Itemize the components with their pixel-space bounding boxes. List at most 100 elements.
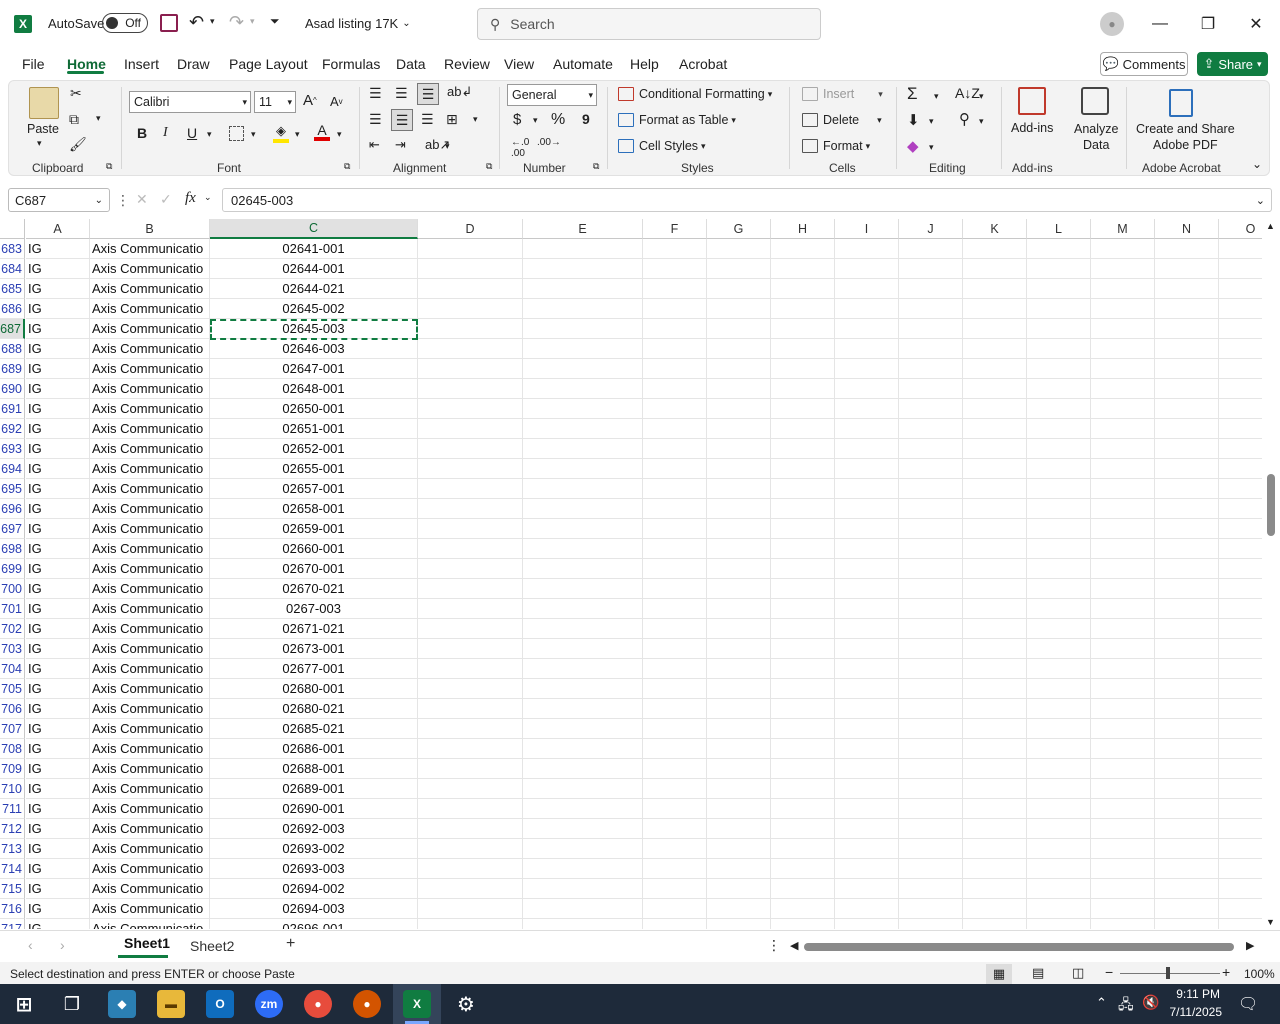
table-row[interactable]	[418, 779, 1262, 799]
cell-c685[interactable]: 02644-021	[210, 279, 418, 299]
windows-start-icon[interactable]: ⊞	[10, 990, 38, 1018]
cell-c689[interactable]: 02647-001	[210, 359, 418, 379]
cell-a697[interactable]: IG	[26, 519, 90, 539]
cell-b700[interactable]: Axis Communicatio	[90, 579, 210, 599]
cell-b696[interactable]: Axis Communicatio	[90, 499, 210, 519]
number-launcher-icon[interactable]: ⧉	[593, 161, 599, 172]
cell-b704[interactable]: Axis Communicatio	[90, 659, 210, 679]
cell-c684[interactable]: 02644-001	[210, 259, 418, 279]
cell-a688[interactable]: IG	[26, 339, 90, 359]
underline-button[interactable]: U	[187, 125, 197, 141]
collapse-ribbon-icon[interactable]: ⌄	[1252, 157, 1262, 171]
align-center-icon[interactable]: ☰	[391, 109, 413, 131]
table-row[interactable]	[418, 439, 1262, 459]
tab-draw[interactable]: Draw	[177, 56, 210, 72]
cell-a699[interactable]: IG	[26, 559, 90, 579]
cell-c703[interactable]: 02673-001	[210, 639, 418, 659]
zoom-app-icon[interactable]: zm	[255, 990, 283, 1018]
cell-c695[interactable]: 02657-001	[210, 479, 418, 499]
tab-view[interactable]: View	[504, 56, 534, 72]
select-all-corner[interactable]	[0, 219, 25, 239]
customize-toolbar-icon[interactable]: ⏷	[270, 14, 280, 29]
column-header-a[interactable]: A	[26, 219, 90, 239]
number-format-select[interactable]: General ▾	[507, 84, 597, 106]
table-row[interactable]	[418, 519, 1262, 539]
cell-b699[interactable]: Axis Communicatio	[90, 559, 210, 579]
sort-dropdown-icon[interactable]: ▾	[979, 91, 984, 102]
cell-b684[interactable]: Axis Communicatio	[90, 259, 210, 279]
table-row[interactable]	[418, 639, 1262, 659]
cell-c709[interactable]: 02688-001	[210, 759, 418, 779]
page-break-view-icon[interactable]: ◫	[1072, 965, 1084, 981]
column-header-k[interactable]: K	[963, 219, 1027, 239]
increase-decimal-icon[interactable]: ←.0.00	[511, 137, 529, 159]
volume-icon[interactable]: 🔇	[1142, 994, 1159, 1011]
cell-c708[interactable]: 02686-001	[210, 739, 418, 759]
table-row[interactable]	[418, 299, 1262, 319]
column-header-n[interactable]: N	[1155, 219, 1219, 239]
cell-c699[interactable]: 02670-001	[210, 559, 418, 579]
cell-a706[interactable]: IG	[26, 699, 90, 719]
analyze-data-button[interactable]: Analyze Data	[1074, 121, 1118, 153]
cell-b689[interactable]: Axis Communicatio	[90, 359, 210, 379]
decrease-font-icon[interactable]: Av	[330, 94, 343, 109]
tab-data[interactable]: Data	[396, 56, 426, 72]
task-view-icon[interactable]: ❐	[58, 990, 86, 1018]
normal-view-icon[interactable]: ▦	[986, 964, 1012, 984]
table-row[interactable]	[418, 499, 1262, 519]
row-header[interactable]: 700	[0, 579, 25, 599]
row-header[interactable]: 692	[0, 419, 25, 439]
delete-cells-button[interactable]: Delete ▾	[802, 113, 882, 127]
cell-a701[interactable]: IG	[26, 599, 90, 619]
table-row[interactable]	[418, 659, 1262, 679]
fill-icon[interactable]: ⬇	[907, 111, 920, 129]
percent-button[interactable]: %	[551, 111, 565, 129]
row-header[interactable]: 715	[0, 879, 25, 899]
cell-b687[interactable]: Axis Communicatio	[90, 319, 210, 339]
fill-dropdown-icon[interactable]: ▾	[929, 116, 934, 127]
cell-c713[interactable]: 02693-002	[210, 839, 418, 859]
tab-split-icon[interactable]: ⋮	[767, 937, 781, 954]
cell-b697[interactable]: Axis Communicatio	[90, 519, 210, 539]
cell-b714[interactable]: Axis Communicatio	[90, 859, 210, 879]
row-header[interactable]: 696	[0, 499, 25, 519]
row-header[interactable]: 703	[0, 639, 25, 659]
row-header[interactable]: 683	[0, 239, 25, 259]
sheet-tab-sheet2[interactable]: Sheet2	[190, 938, 234, 954]
font-launcher-icon[interactable]: ⧉	[344, 161, 350, 172]
zoom-slider[interactable]	[1120, 973, 1220, 974]
align-middle-icon[interactable]: ☰	[395, 85, 408, 102]
table-row[interactable]	[418, 859, 1262, 879]
cell-c692[interactable]: 02651-001	[210, 419, 418, 439]
insert-function-button[interactable]: fx	[185, 190, 196, 207]
row-header[interactable]: 717	[0, 919, 25, 929]
table-row[interactable]	[418, 679, 1262, 699]
table-row[interactable]	[418, 699, 1262, 719]
prev-sheet-icon[interactable]: ‹	[28, 937, 33, 953]
row-header[interactable]: 693	[0, 439, 25, 459]
cell-c705[interactable]: 02680-001	[210, 679, 418, 699]
cell-b716[interactable]: Axis Communicatio	[90, 899, 210, 919]
redo-dropdown-icon[interactable]: ▾	[250, 16, 255, 27]
column-header-g[interactable]: G	[707, 219, 771, 239]
cell-a686[interactable]: IG	[26, 299, 90, 319]
table-row[interactable]	[418, 539, 1262, 559]
tab-help[interactable]: Help	[630, 56, 659, 72]
cell-c698[interactable]: 02660-001	[210, 539, 418, 559]
tab-insert[interactable]: Insert	[124, 56, 159, 72]
row-header[interactable]: 714	[0, 859, 25, 879]
cell-b717[interactable]: Axis Communicatio	[90, 919, 210, 929]
outlook-icon[interactable]: O	[206, 990, 234, 1018]
zoom-level[interactable]: 100%	[1244, 967, 1275, 981]
align-right-icon[interactable]: ☰	[421, 111, 434, 128]
cell-a712[interactable]: IG	[26, 819, 90, 839]
table-row[interactable]	[418, 339, 1262, 359]
cell-a695[interactable]: IG	[26, 479, 90, 499]
cell-a703[interactable]: IG	[26, 639, 90, 659]
column-header-m[interactable]: M	[1091, 219, 1155, 239]
table-row[interactable]	[418, 919, 1262, 929]
expand-formula-icon[interactable]: ⌄	[1256, 194, 1265, 207]
table-row[interactable]	[418, 399, 1262, 419]
cell-b707[interactable]: Axis Communicatio	[90, 719, 210, 739]
cell-a705[interactable]: IG	[26, 679, 90, 699]
